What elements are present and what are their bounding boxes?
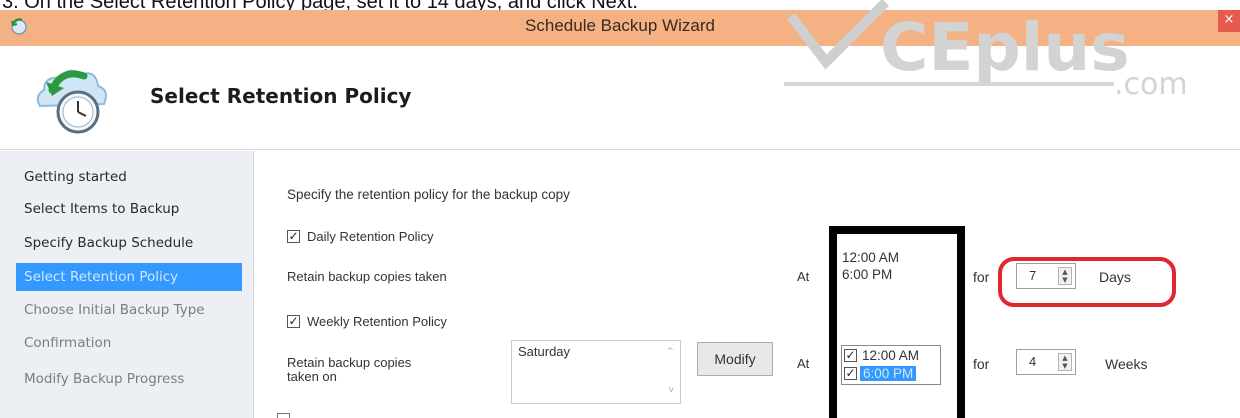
nav-select-items[interactable]: Select Items to Backup — [16, 195, 242, 223]
weekly-at-label: At — [797, 356, 810, 371]
modify-button[interactable]: Modify — [697, 342, 773, 376]
daily-retention-checkbox[interactable]: ✓ — [287, 230, 300, 243]
weekly-for-label: for — [973, 356, 990, 372]
scroll-down-icon[interactable]: v — [669, 385, 674, 395]
wizard-content: Specify the retention policy for the bac… — [255, 151, 1240, 418]
weekly-retention-label: Weekly Retention Policy — [307, 314, 447, 329]
wizard-header: Select Retention Policy — [0, 46, 1240, 150]
daily-retain-label: Retain backup copies taken — [287, 269, 447, 284]
nav-confirmation: Confirmation — [24, 335, 112, 351]
weekly-weeks-stepper[interactable]: 4 ▲ ▼ — [1016, 349, 1076, 375]
scroll-up-icon[interactable]: ^ — [666, 347, 674, 357]
cutoff-checkbox[interactable] — [277, 413, 290, 418]
times-highlight-box — [829, 226, 965, 418]
weekly-retain-label-line2: taken on — [287, 369, 337, 384]
page-title: Select Retention Policy — [150, 84, 412, 108]
nav-modify-progress: Modify Backup Progress — [24, 371, 185, 387]
window-title: Schedule Backup Wizard — [525, 16, 715, 35]
nav-getting-started[interactable]: Getting started — [16, 163, 242, 191]
backup-schedule-icon — [36, 69, 107, 134]
weekly-weeks-value: 4 — [1029, 354, 1037, 369]
weekly-retention-checkbox[interactable]: ✓ — [287, 315, 300, 328]
weekly-retain-label-line1: Retain backup copies — [287, 355, 412, 370]
stepper-up-icon[interactable]: ▲ — [1059, 354, 1071, 362]
nav-initial-backup-type: Choose Initial Backup Type — [24, 302, 205, 318]
daily-at-label: At — [797, 269, 810, 284]
daily-for-label: for — [973, 269, 990, 285]
daily-retention-label: Daily Retention Policy — [307, 229, 434, 244]
stepper-buttons: ▲ ▼ — [1058, 353, 1072, 371]
nav-select-retention[interactable]: Select Retention Policy — [16, 263, 242, 291]
weekly-day-list[interactable]: Saturday ^ v — [511, 340, 681, 404]
days-highlight-outline — [998, 257, 1176, 307]
nav-specify-schedule[interactable]: Specify Backup Schedule — [16, 229, 242, 257]
stepper-down-icon[interactable]: ▼ — [1059, 362, 1071, 370]
window-titlebar: Schedule Backup Wizard × — [0, 10, 1240, 46]
wizard-steps-sidebar: Getting started Select Items to Backup S… — [0, 151, 254, 418]
weekly-unit-label: Weeks — [1105, 356, 1148, 372]
weekly-day-value: Saturday — [518, 344, 571, 359]
intro-text: Specify the retention policy for the bac… — [287, 187, 570, 202]
close-button[interactable]: × — [1218, 10, 1240, 32]
